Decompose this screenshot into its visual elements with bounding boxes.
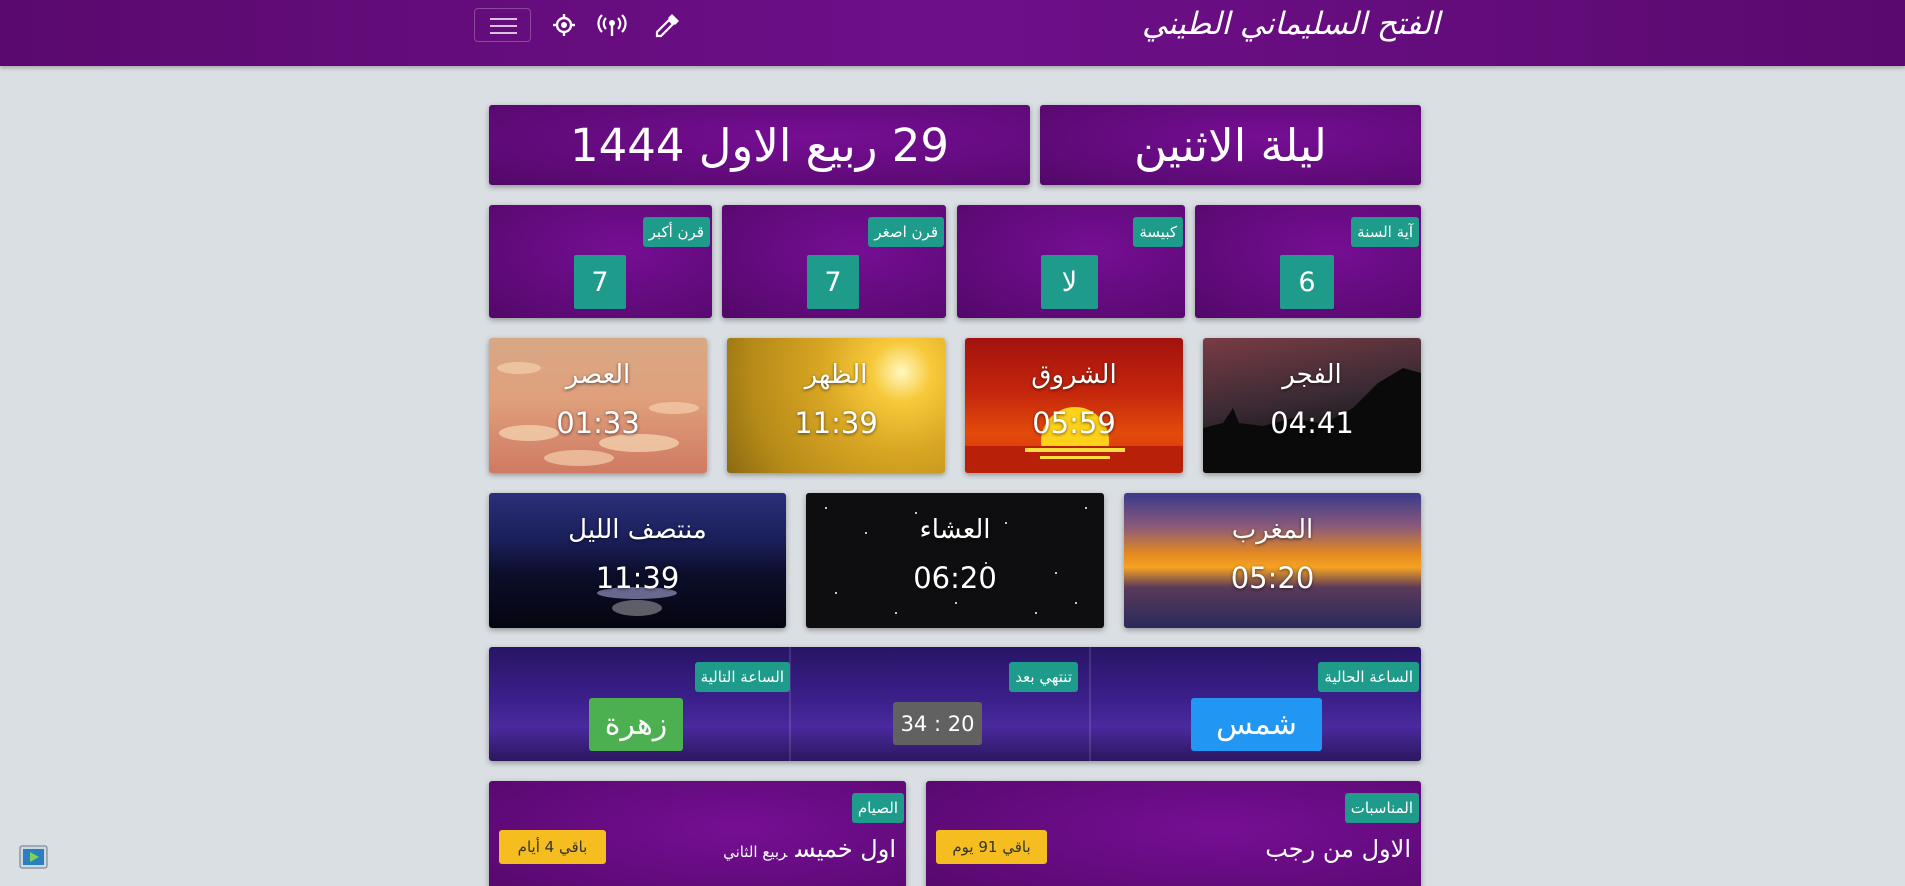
stat-label: قرن اصغر — [868, 217, 944, 247]
prayer-card-fajr: الفجر 04:41 — [1203, 338, 1421, 473]
prayer-name: المغرب — [1231, 515, 1314, 545]
fasting-panel: الصيام اول خميس ربيع الثاني باقي 4 أيام — [489, 781, 906, 886]
prayer-card-sunrise: الشروق 05:59 — [965, 338, 1183, 473]
prayer-card-asr: العصر 01:33 — [489, 338, 707, 473]
stat-label: آية السنة — [1351, 217, 1419, 247]
prayer-time: 06:20 — [913, 561, 997, 595]
prayer-card-midnight: منتصف الليل 11:39 — [489, 493, 786, 628]
fasting-subtitle: ربيع الثاني — [723, 843, 788, 861]
top-navbar: الفتح السليماني الطيني — [0, 0, 1905, 66]
night-name: ليلة الاثنين — [1134, 118, 1327, 172]
stat-label: قرن أكبر — [642, 217, 710, 247]
ends-in-value: 34 : 20 — [893, 702, 982, 745]
prayer-card-dhuhr: الظهر 11:39 — [727, 338, 945, 473]
stat-value: 6 — [1280, 255, 1334, 309]
next-hour-value: زهرة — [589, 698, 683, 751]
prayer-name: الشروق — [1031, 360, 1117, 390]
prayer-card-isha: العشاء 06:20 — [806, 493, 1104, 628]
prayer-time: 05:59 — [1032, 406, 1116, 440]
prayer-card-maghrib: المغرب 05:20 — [1124, 493, 1421, 628]
stat-value: لا — [1041, 255, 1098, 309]
fasting-remaining-badge: باقي 4 أيام — [499, 830, 606, 864]
planetary-hour-panel: الساعة الحالية شمس تنتهي بعد 34 : 20 الس… — [489, 647, 1421, 761]
prayer-time: 11:39 — [595, 561, 680, 595]
fasting-title: اول خميس — [795, 835, 896, 863]
occasions-panel: المناسبات الاول من رجب باقي 91 يوم — [926, 781, 1421, 886]
current-hour-value: شمس — [1191, 698, 1322, 751]
stat-leap-year: كبيسة لا — [957, 205, 1185, 318]
prayer-time: 11:39 — [794, 406, 878, 440]
occasion-remaining-badge: باقي 91 يوم — [936, 830, 1047, 864]
eyedropper-icon[interactable] — [651, 10, 683, 42]
broadcast-icon[interactable] — [596, 10, 628, 42]
menu-toggle-button[interactable] — [474, 8, 531, 42]
prayer-name: العصر — [565, 360, 631, 390]
stat-value: 7 — [574, 255, 626, 309]
next-hour-label: الساعة التالية — [694, 662, 790, 692]
fasting-label: الصيام — [851, 793, 904, 823]
fasting-title-line: اول خميس ربيع الثاني — [723, 835, 896, 863]
prayer-name: العشاء — [919, 515, 991, 545]
brand-logo[interactable]: الفتح السليماني الطيني — [1142, 6, 1440, 52]
prayer-time: 04:41 — [1270, 406, 1354, 440]
stat-major-century: قرن أكبر 7 — [489, 205, 712, 318]
stat-minor-century: قرن اصغر 7 — [722, 205, 946, 318]
stat-value: 7 — [807, 255, 859, 309]
prayer-name: منتصف الليل — [568, 515, 707, 545]
hijri-date: 29 ربيع الاول 1444 — [569, 118, 950, 172]
stat-label: كبيسة — [1133, 217, 1183, 247]
current-hour-label: الساعة الحالية — [1318, 662, 1419, 692]
hijri-date-panel: 29 ربيع الاول 1444 — [489, 105, 1030, 185]
occasion-title: الاول من رجب — [1265, 835, 1411, 863]
stat-year-verse: آية السنة 6 — [1195, 205, 1421, 318]
prayer-name: الظهر — [804, 360, 868, 390]
ends-in-label: تنتهي بعد — [1009, 662, 1078, 692]
media-player-icon[interactable] — [19, 844, 48, 870]
divider — [1089, 647, 1091, 761]
night-panel: ليلة الاثنين — [1040, 105, 1421, 185]
location-icon[interactable] — [548, 10, 580, 42]
prayer-name: الفجر — [1282, 360, 1342, 390]
prayer-time: 01:33 — [556, 406, 640, 440]
occasions-label: المناسبات — [1344, 793, 1419, 823]
prayer-time: 05:20 — [1230, 561, 1315, 595]
